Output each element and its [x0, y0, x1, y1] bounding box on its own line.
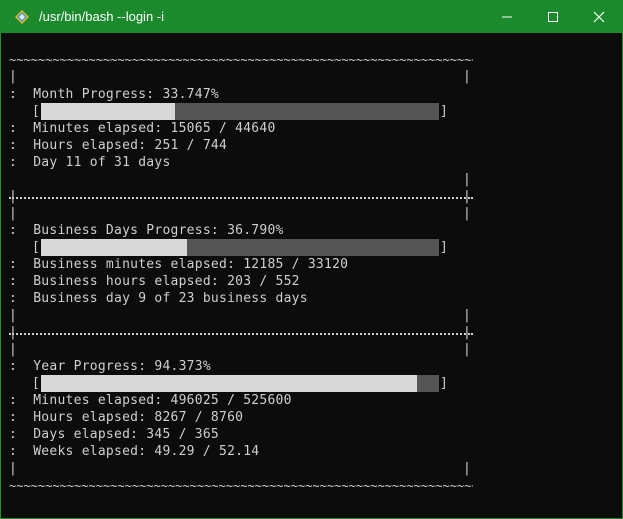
terminal-window: /usr/bin/bash --login -i ~~~~~~~~~~~~~~~… — [0, 0, 623, 519]
business-hours: : Business hours elapsed: 203 / 552 — [9, 274, 300, 289]
section-separator — [9, 197, 473, 201]
year-days: : Days elapsed: 345 / 365 — [9, 427, 219, 442]
edge-line: | — [463, 461, 472, 476]
close-button[interactable] — [576, 0, 622, 33]
maximize-icon — [548, 11, 558, 22]
business-days: : Business day 9 of 23 business days — [9, 291, 308, 306]
month-days: : Day 11 of 31 days — [9, 155, 171, 170]
terminal-output[interactable]: ~~~~~~~~~~~~~~~~~~~~~~~~~~~~~~~~~~~~~~~~… — [1, 33, 622, 518]
edge-line: | — [463, 206, 472, 221]
year-hours: : Hours elapsed: 8267 / 8760 — [9, 410, 244, 425]
open-bracket: [ — [32, 376, 40, 391]
year-progress-bar — [41, 375, 439, 392]
close-bracket: ] — [440, 240, 448, 255]
tab-strip — [1, 33, 622, 43]
minimize-icon — [502, 16, 512, 17]
top-border: ~~~~~~~~~~~~~~~~~~~~~~~~~~~~~~~~~~~~~~~~… — [9, 56, 473, 64]
edge-line: | — [463, 172, 472, 187]
business-progress-bar — [41, 239, 439, 256]
business-minutes: : Business minutes elapsed: 12185 / 3312… — [9, 257, 349, 272]
year-weeks: : Weeks elapsed: 49.29 / 52.14 — [9, 444, 260, 459]
title-bar[interactable]: /usr/bin/bash --login -i — [1, 0, 622, 33]
business-progress-title: : Business Days Progress: 36.790% — [9, 223, 284, 238]
year-minutes: : Minutes elapsed: 496025 / 525600 — [9, 393, 292, 408]
edge-line: | — [9, 461, 18, 476]
maximize-button[interactable] — [530, 0, 576, 33]
edge-line: | — [9, 206, 18, 221]
edge-line: | — [463, 308, 472, 323]
month-hours: : Hours elapsed: 251 / 744 — [9, 138, 228, 153]
open-bracket: [ — [32, 240, 40, 255]
window-controls — [484, 0, 622, 33]
month-minutes: : Minutes elapsed: 15065 / 44640 — [9, 121, 276, 136]
open-bracket: [ — [32, 104, 40, 119]
close-bracket: ] — [440, 376, 448, 391]
close-bracket: ] — [440, 104, 448, 119]
close-icon — [593, 11, 605, 22]
bottom-border: ~~~~~~~~~~~~~~~~~~~~~~~~~~~~~~~~~~~~~~~~… — [9, 482, 473, 490]
business-progress-fill — [41, 239, 188, 256]
window-title: /usr/bin/bash --login -i — [39, 9, 164, 24]
edge-line: | — [9, 342, 18, 357]
edge-line: | — [463, 69, 472, 84]
edge-line: | — [463, 342, 472, 357]
year-progress-title: : Year Progress: 94.373% — [9, 359, 211, 374]
section-separator — [9, 333, 473, 337]
month-progress-fill — [41, 103, 176, 120]
edge-line: | — [9, 308, 18, 323]
month-progress-title: : Month Progress: 33.747% — [9, 87, 219, 102]
terminal-icon — [14, 9, 30, 25]
year-progress-fill — [41, 375, 417, 392]
minimize-button[interactable] — [484, 0, 530, 33]
edge-line: | — [9, 69, 18, 84]
month-progress-bar — [41, 103, 439, 120]
